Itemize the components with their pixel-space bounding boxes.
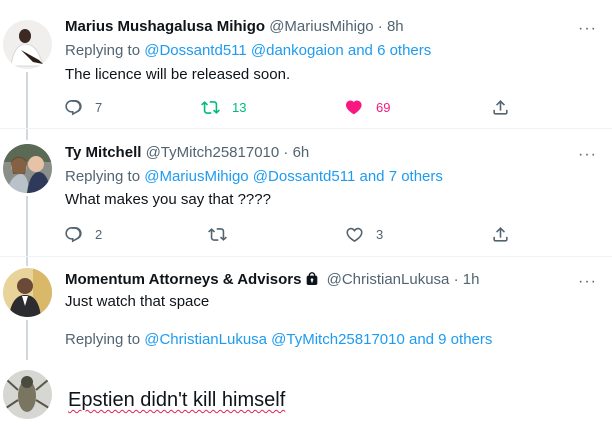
- replying-mentions[interactable]: @Dossantd511 @dankogaion: [144, 42, 343, 59]
- separator-dot: ·: [377, 18, 383, 35]
- display-name[interactable]: Marius Mushagalusa Mihigo: [65, 18, 265, 35]
- avatar[interactable]: [3, 20, 52, 69]
- display-name[interactable]: Momentum Attorneys & Advisors: [65, 271, 301, 288]
- avatar[interactable]: [3, 144, 52, 193]
- like-count: 69: [376, 99, 391, 115]
- replying-others[interactable]: and 6 others: [344, 42, 431, 59]
- replying-mentions[interactable]: @MariusMihigo @Dossantd511: [144, 168, 355, 185]
- compose-text: Epstien didn't kill himself: [68, 389, 286, 411]
- more-options-icon[interactable]: ···: [578, 21, 597, 37]
- reply-button[interactable]: 2: [64, 225, 102, 244]
- replying-others[interactable]: and 9 others: [405, 331, 492, 348]
- replying-others[interactable]: and 7 others: [355, 168, 442, 185]
- separator-dot: ·: [283, 144, 289, 161]
- share-button[interactable]: [491, 225, 510, 244]
- avatar[interactable]: [3, 268, 52, 317]
- user-handle[interactable]: @MariusMihigo: [269, 18, 373, 35]
- retweet-button[interactable]: 13: [201, 98, 246, 117]
- avatar[interactable]: [3, 370, 52, 419]
- retweet-count: 13: [232, 99, 247, 115]
- tweet-text: The licence will be released soon.: [65, 66, 291, 83]
- reply-icon: [65, 226, 82, 243]
- replying-to: Replying to @MariusMihigo @Dossantd511 a…: [65, 167, 443, 187]
- lock-icon: [304, 271, 320, 293]
- thread-line: [26, 72, 28, 140]
- share-icon: [493, 100, 508, 115]
- more-options-icon[interactable]: ···: [578, 274, 597, 290]
- like-button[interactable]: 69: [345, 98, 390, 117]
- reply-button[interactable]: 7: [64, 98, 102, 117]
- replying-prefix: Replying to: [65, 331, 145, 348]
- display-name[interactable]: Ty Mitchell: [65, 144, 141, 161]
- replying-to: Replying to @Dossantd511 @dankogaion and…: [65, 41, 431, 61]
- timestamp[interactable]: 1h: [463, 271, 480, 288]
- reply-icon: [65, 99, 82, 116]
- reply-count: 2: [95, 226, 103, 242]
- replying-to: Replying to @ChristianLukusa @TyMitch258…: [65, 330, 492, 350]
- heart-icon: [346, 227, 363, 243]
- tweet-text: What makes you say that ????: [65, 191, 271, 208]
- separator-dot: ·: [453, 271, 459, 288]
- reply-count: 7: [95, 99, 103, 115]
- divider: [0, 128, 612, 129]
- tweet-header: Momentum Attorneys & Advisors @Christian…: [65, 270, 479, 293]
- tweet-header: Ty Mitchell @TyMitch25817010 · 6h: [65, 143, 309, 163]
- replying-mentions[interactable]: @ChristianLukusa @TyMitch25817010: [144, 331, 405, 348]
- reply-input[interactable]: Epstien didn't kill himself: [68, 388, 285, 412]
- user-handle[interactable]: @TyMitch25817010: [146, 144, 280, 161]
- timestamp[interactable]: 6h: [293, 144, 310, 161]
- share-button[interactable]: [491, 98, 510, 117]
- tweet-header: Marius Mushagalusa Mihigo @MariusMihigo …: [65, 17, 404, 37]
- share-icon: [493, 227, 508, 242]
- thread-line: [26, 320, 28, 360]
- retweet-icon: [208, 228, 227, 241]
- like-button[interactable]: 3: [345, 225, 383, 244]
- tweet-text: Just watch that space: [65, 293, 210, 310]
- timestamp[interactable]: 8h: [387, 18, 404, 35]
- replying-prefix: Replying to: [65, 168, 145, 185]
- retweet-icon: [201, 101, 220, 114]
- heart-icon: [346, 100, 362, 115]
- divider: [0, 256, 612, 257]
- user-handle[interactable]: @ChristianLukusa: [327, 271, 450, 288]
- more-options-icon[interactable]: ···: [578, 147, 597, 163]
- replying-prefix: Replying to: [65, 42, 145, 59]
- like-count: 3: [376, 226, 384, 242]
- retweet-button[interactable]: [208, 225, 239, 244]
